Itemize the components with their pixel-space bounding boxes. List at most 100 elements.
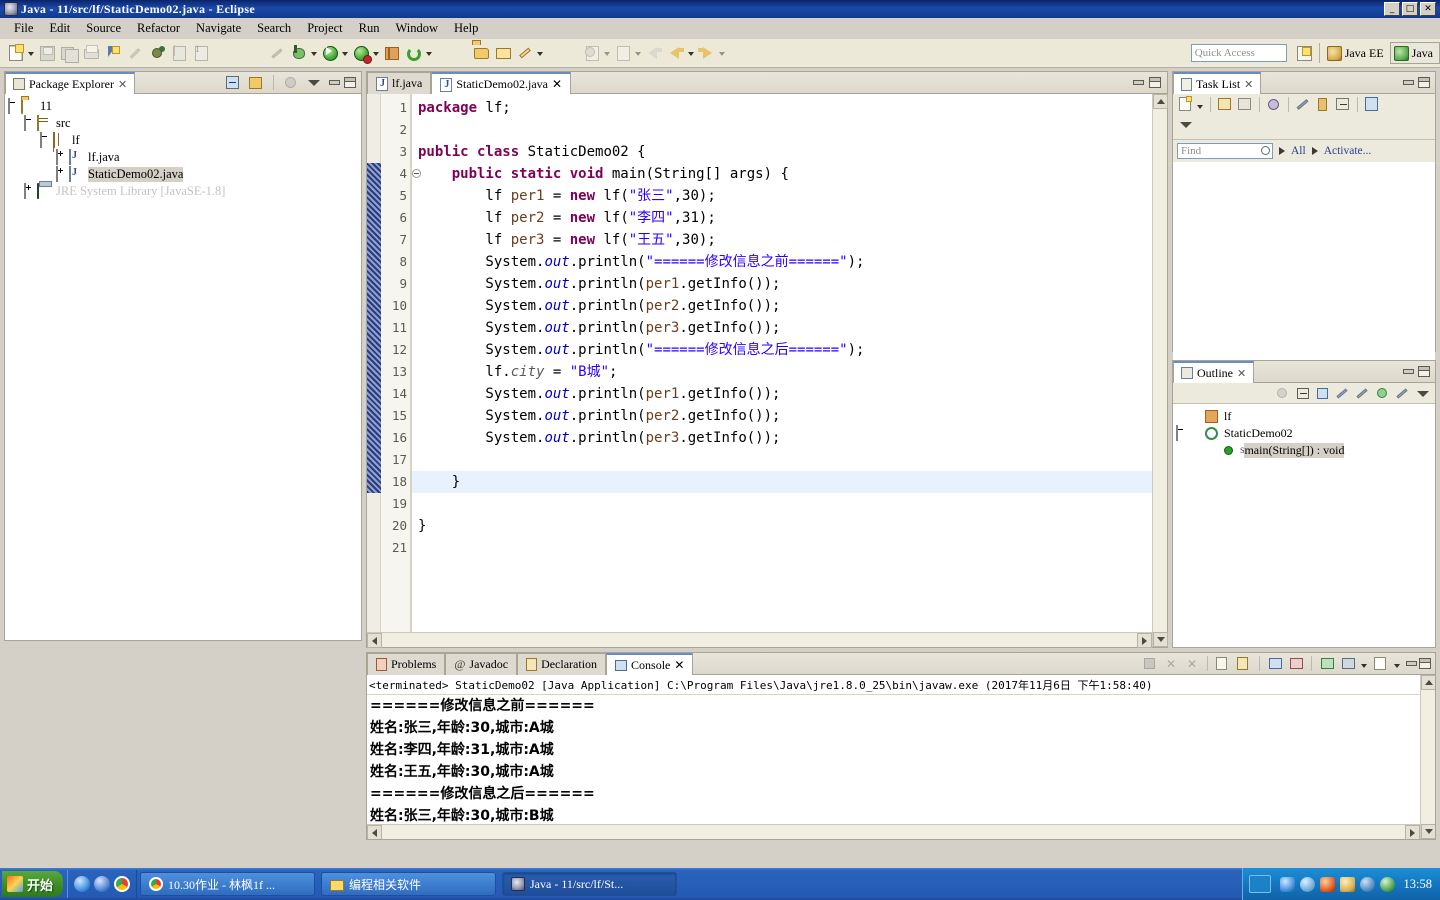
display-selected-console-icon[interactable] [1287,655,1305,672]
debug-dropdown[interactable] [310,43,319,63]
sound-icon[interactable] [1359,876,1375,892]
back-icon[interactable] [666,43,686,63]
code-line[interactable]: System.out.println(per1.getInfo()); [412,273,1167,295]
twisty-icon[interactable] [8,98,10,114]
new-console-view-icon[interactable] [1339,655,1357,672]
tree-item-package[interactable]: lf [5,132,361,149]
run-error-icon[interactable] [351,43,371,63]
code-line[interactable]: System.out.println(per2.getInfo()); [412,405,1167,427]
code-line[interactable] [412,493,1167,515]
code-line[interactable]: } [412,471,1167,493]
task-list-body[interactable] [1173,162,1435,371]
tree-item-src[interactable]: src [5,115,361,132]
internet-explorer-icon[interactable] [74,876,91,892]
maximize-icon[interactable] [1418,366,1430,377]
scheduled-presentation-icon[interactable] [1236,96,1254,113]
new-java-package-icon[interactable] [103,43,123,63]
open-repository-task-icon[interactable] [1363,96,1381,113]
browser-icon[interactable] [94,876,111,892]
tab-task-list[interactable]: Task List ✕ [1173,72,1262,94]
minimize-icon[interactable] [1402,77,1414,88]
menu-search[interactable]: Search [249,19,299,38]
chevron-right-icon[interactable] [1279,147,1285,155]
editor-code-area[interactable]: package lf; public class StaticDemo02 { … [411,94,1167,647]
menu-edit[interactable]: Edit [41,19,78,38]
code-line[interactable]: System.out.println(per3.getInfo()); [412,317,1167,339]
tab-problems[interactable]: Problems [367,653,446,675]
categorized-presentation-icon[interactable] [1216,96,1234,113]
scroll-down-button[interactable] [1421,824,1435,839]
collapse-all-icon[interactable] [1334,96,1352,113]
chrome-icon[interactable] [114,876,131,892]
code-line[interactable]: System.out.println(per1.getInfo()); [412,383,1167,405]
perspective-java-ee[interactable]: Java EE [1324,42,1390,64]
next-annotation-icon[interactable] [582,43,602,63]
tab-package-explorer[interactable]: Package Explorer ✕ [5,72,136,94]
maximize-icon[interactable] [1149,77,1161,88]
maximize-icon[interactable] [1419,658,1431,669]
terminate-icon[interactable] [1141,655,1159,672]
menu-navigate[interactable]: Navigate [188,19,249,38]
code-line[interactable]: } [412,515,1167,537]
code-line[interactable] [412,119,1167,141]
restore-tasks-icon[interactable] [1314,96,1332,113]
view-menu-icon[interactable] [305,74,323,91]
save-icon[interactable] [37,43,57,63]
code-line[interactable]: package lf; [412,97,1167,119]
debug-run-icon[interactable] [289,43,309,63]
console-menu-icon[interactable] [1372,655,1390,672]
close-icon[interactable]: ✕ [1237,367,1246,380]
twisty-icon[interactable] [24,183,26,199]
remove-launch-icon[interactable]: ✕ [1162,655,1180,672]
annotate-dropdown[interactable] [536,43,545,63]
run-dropdown[interactable] [341,43,350,63]
hide-static-icon[interactable] [1354,385,1372,402]
last-edit-location-icon[interactable] [644,43,664,63]
previous-annotation-dropdown[interactable] [634,43,643,63]
menu-refactor[interactable]: Refactor [129,19,188,38]
volume-icon[interactable] [1319,876,1335,892]
tree-item-lf-java[interactable]: lf.java [5,149,361,166]
perspective-java[interactable]: Java [1389,42,1440,64]
back-dropdown[interactable] [687,43,696,63]
focus-icon[interactable] [1274,385,1292,402]
remove-all-launches-icon[interactable]: ✕ [1183,655,1201,672]
close-icon[interactable]: ✕ [1244,78,1253,91]
clock[interactable]: 13:58 [1404,877,1432,892]
package-explorer-tree[interactable]: 11 src lf lf.java [5,94,361,640]
input-method-icon[interactable] [1248,875,1271,893]
code-line[interactable]: lf per1 = new lf("张三",30); [412,185,1167,207]
menu-project[interactable]: Project [299,19,350,38]
hide-local-types-icon[interactable] [1394,385,1412,402]
editor-vertical-scrollbar[interactable] [1152,94,1168,647]
twisty-icon[interactable] [56,149,58,165]
open-folder-icon[interactable] [471,43,491,63]
console-view-dropdown[interactable] [1360,655,1369,672]
close-icon[interactable]: ✕ [674,658,684,673]
open-task-icon[interactable] [191,43,211,63]
previous-annotation-icon[interactable] [613,43,633,63]
new-task-dropdown[interactable] [1196,96,1205,113]
collapse-all-icon[interactable] [1294,385,1312,402]
collapse-all-icon[interactable] [224,74,242,91]
menu-source[interactable]: Source [78,19,129,38]
menu-help[interactable]: Help [446,19,486,38]
filter-all-link[interactable]: All [1291,145,1306,157]
scroll-down-button[interactable] [1153,632,1168,647]
annotate-icon[interactable] [515,43,535,63]
code-line[interactable]: System.out.println("======修改信息之前======")… [412,251,1167,273]
clear-console-icon[interactable] [1214,655,1232,672]
console-body[interactable]: <terminated> StaticDemo02 [Java Applicat… [367,675,1435,839]
editor-annotation-ruler[interactable] [367,94,381,647]
maximize-icon[interactable] [344,77,356,88]
code-line[interactable]: System.out.println("======修改信息之后======")… [412,339,1167,361]
outline-item-class[interactable]: StaticDemo02 [1173,425,1435,442]
open-perspective-icon[interactable] [1294,43,1314,63]
minimize-icon[interactable] [1402,366,1414,377]
outline-item-method[interactable]: S main(String[]) : void [1173,442,1435,459]
code-line[interactable] [412,537,1167,559]
view-menu-icon[interactable] [1414,385,1432,402]
scroll-left-button[interactable] [367,825,382,839]
new-wizard-icon[interactable] [6,43,26,63]
twisty-icon[interactable] [24,115,26,131]
